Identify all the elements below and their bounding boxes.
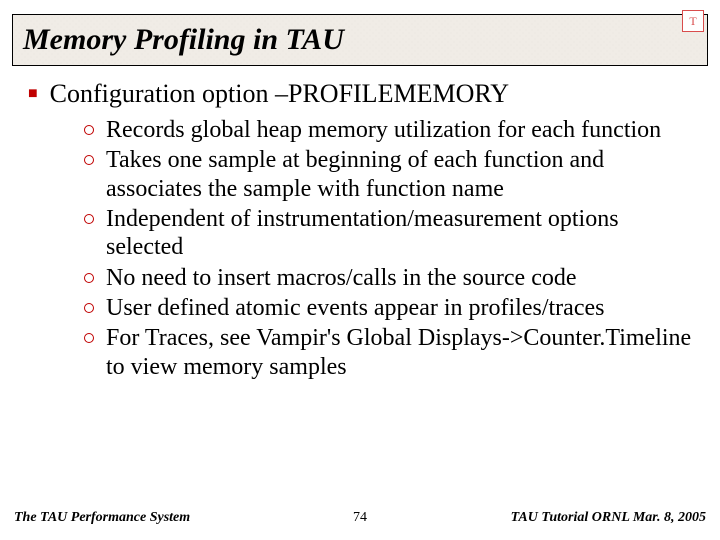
slide-body: ■ Configuration option –PROFILEMEMORY Re… — [28, 78, 692, 383]
tau-logo-icon: T — [682, 10, 704, 32]
ring-bullet-icon — [84, 155, 94, 165]
list-item: For Traces, see Vampir's Global Displays… — [84, 324, 692, 381]
slide-title: Memory Profiling in TAU — [23, 23, 344, 57]
footer-left: The TAU Performance System — [14, 510, 190, 526]
ring-bullet-icon — [84, 214, 94, 224]
list-item-text: Takes one sample at beginning of each fu… — [106, 146, 692, 203]
heading-text: Configuration option –PROFILEMEMORY — [50, 78, 692, 109]
list-item: Records global heap memory utilization f… — [84, 116, 692, 144]
list-item: Takes one sample at beginning of each fu… — [84, 146, 692, 203]
footer-right: TAU Tutorial ORNL Mar. 8, 2005 — [511, 510, 706, 526]
list-item-text: User defined atomic events appear in pro… — [106, 294, 692, 322]
ring-bullet-icon — [84, 333, 94, 343]
footer: The TAU Performance System 74 TAU Tutori… — [14, 510, 706, 526]
title-bar: Memory Profiling in TAU — [12, 14, 708, 66]
list-item-text: For Traces, see Vampir's Global Displays… — [106, 324, 692, 381]
ring-bullet-icon — [84, 125, 94, 135]
list-item: Independent of instrumentation/measureme… — [84, 205, 692, 262]
list-item: No need to insert macros/calls in the so… — [84, 264, 692, 292]
page-number: 74 — [353, 510, 367, 526]
list-item: User defined atomic events appear in pro… — [84, 294, 692, 322]
list-item-text: No need to insert macros/calls in the so… — [106, 264, 692, 292]
square-bullet-icon: ■ — [28, 78, 38, 110]
heading-item: ■ Configuration option –PROFILEMEMORY — [28, 78, 692, 110]
slide: Memory Profiling in TAU T ■ Configuratio… — [0, 0, 720, 540]
list-item-text: Independent of instrumentation/measureme… — [106, 205, 692, 262]
ring-bullet-icon — [84, 273, 94, 283]
ring-bullet-icon — [84, 303, 94, 313]
list-item-text: Records global heap memory utilization f… — [106, 116, 692, 144]
